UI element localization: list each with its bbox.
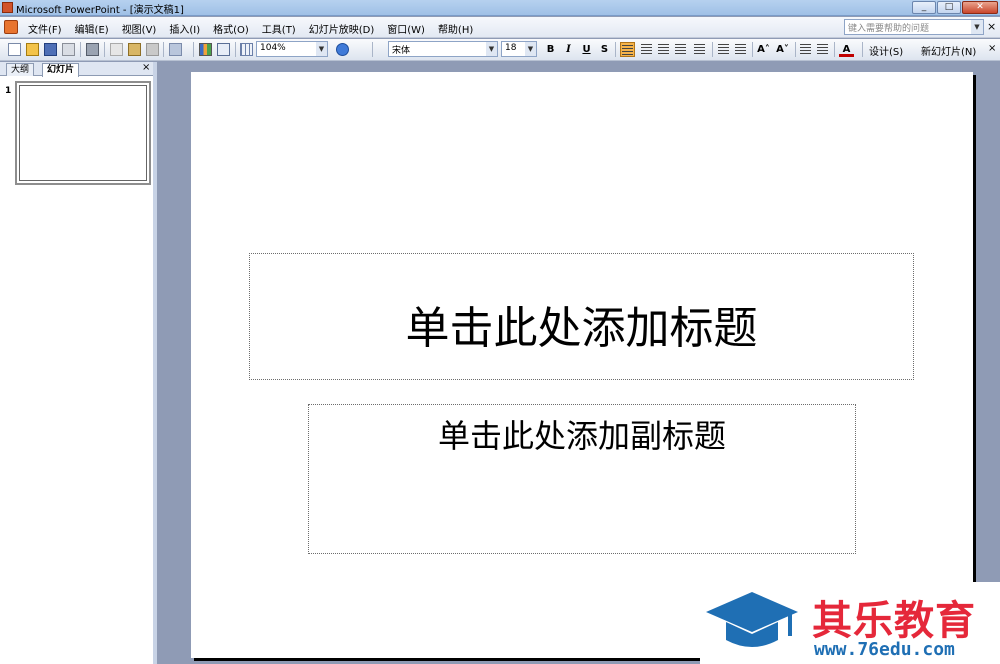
distribute-icon[interactable] [694, 44, 705, 54]
title-placeholder-text: 单击此处添加标题 [405, 303, 758, 354]
slide-editing-area: 单击此处添加标题 单击此处添加副标题 [161, 62, 1000, 664]
increase-font-button[interactable]: A˄ [756, 42, 771, 57]
chart-icon[interactable] [199, 43, 212, 56]
menu-insert[interactable]: 插入(I) [169, 21, 200, 36]
tab-outline[interactable]: 大纲 [6, 63, 35, 76]
numbering-icon[interactable] [718, 44, 729, 54]
graduation-cap-icon [706, 592, 798, 647]
save-icon[interactable] [44, 43, 57, 56]
slide-number: 1 [5, 86, 12, 96]
table-icon[interactable] [217, 43, 230, 56]
toolbar-separator [235, 42, 236, 57]
menu-bar: 文件(F) 编辑(E) 视图(V) 插入(I) 格式(O) 工具(T) 幻灯片放… [0, 17, 1000, 38]
toolbar-separator [712, 42, 713, 57]
powerpoint-app-icon[interactable] [2, 2, 13, 13]
watermark-name: 其乐教育 [812, 598, 976, 644]
font-name-value: 宋体 [392, 46, 411, 56]
toolbar-separator [193, 42, 194, 57]
menu-slideshow[interactable]: 幻灯片放映(D) [309, 21, 375, 36]
title-placeholder[interactable]: 单击此处添加标题 [249, 253, 914, 380]
zoom-combo[interactable]: 104% ▼ [256, 41, 328, 57]
close-window-button[interactable]: ✕ [962, 1, 998, 14]
font-size-value: 18 [505, 43, 517, 53]
design-button[interactable]: 设计(S) [869, 43, 903, 58]
help-search-input[interactable]: 键入需要帮助的问题 ▼ [844, 19, 984, 35]
permission-icon[interactable] [62, 43, 75, 56]
menu-edit[interactable]: 编辑(E) [75, 21, 109, 36]
align-left-button[interactable] [620, 42, 635, 57]
cut-icon[interactable] [110, 43, 123, 56]
open-folder-icon[interactable] [26, 43, 39, 56]
chevron-down-icon[interactable]: ▼ [486, 42, 497, 56]
toolbar-separator [372, 42, 373, 57]
menu-tools[interactable]: 工具(T) [262, 21, 296, 36]
font-name-combo[interactable]: 宋体 ▼ [388, 41, 498, 57]
pane-tabs: 大纲 幻灯片 × [0, 62, 153, 77]
grid-icon[interactable] [240, 43, 253, 56]
toolbar-separator [752, 42, 753, 57]
title-bar: Microsoft PowerPoint - [演示文稿1] _ □ ✕ [0, 0, 1000, 16]
maximize-button[interactable]: □ [937, 1, 961, 14]
toolbar-separator [862, 42, 863, 57]
menu-help[interactable]: 帮助(H) [438, 21, 473, 36]
chevron-down-icon[interactable]: ▼ [971, 20, 983, 34]
toolbar-separator [104, 42, 105, 57]
menu-file[interactable]: 文件(F) [28, 21, 62, 36]
increase-indent-icon[interactable] [817, 44, 828, 54]
watermark-url: www.76edu.com [814, 639, 955, 660]
bold-button[interactable]: B [543, 42, 558, 57]
align-center-icon[interactable] [641, 44, 652, 54]
pane-close-button[interactable]: × [142, 62, 150, 73]
slide-thumbnail-preview [19, 85, 147, 181]
slide-canvas[interactable]: 单击此处添加标题 单击此处添加副标题 [191, 72, 973, 658]
watermark: 其乐教育 www.76edu.com [700, 582, 1000, 664]
print-icon[interactable] [86, 43, 99, 56]
justify-icon[interactable] [675, 44, 686, 54]
chevron-down-icon[interactable]: ▼ [525, 42, 536, 56]
align-right-icon[interactable] [658, 44, 669, 54]
bullets-icon[interactable] [735, 44, 746, 54]
underline-button[interactable]: U [579, 42, 594, 57]
toolbar: 104% ▼ 宋体 ▼ 18 ▼ B I U S A˄ A˅ A 设计(S) 新… [0, 39, 1000, 61]
font-size-combo[interactable]: 18 ▼ [501, 41, 537, 57]
chevron-down-icon[interactable]: ▼ [316, 42, 327, 56]
slides-pane: 大纲 幻灯片 × 1 [0, 62, 157, 664]
menu-items: 文件(F) 编辑(E) 视图(V) 插入(I) 格式(O) 工具(T) 幻灯片放… [28, 21, 486, 36]
toolbar-separator [80, 42, 81, 57]
document-icon[interactable] [4, 20, 18, 34]
help-search-placeholder: 键入需要帮助的问题 [848, 24, 930, 34]
align-left-icon [622, 45, 633, 55]
font-color-button[interactable]: A [839, 42, 854, 57]
new-slide-button[interactable]: 新幻灯片(N) [921, 43, 976, 58]
subtitle-placeholder[interactable]: 单击此处添加副标题 [308, 404, 856, 554]
toolbar-separator [163, 42, 164, 57]
window-title: Microsoft PowerPoint - [演示文稿1] [16, 5, 184, 16]
decrease-indent-icon[interactable] [800, 44, 811, 54]
minimize-button[interactable]: _ [912, 1, 936, 14]
menu-format[interactable]: 格式(O) [213, 21, 249, 36]
toolbar-separator [615, 42, 616, 57]
tab-slides[interactable]: 幻灯片 [42, 63, 80, 77]
help-icon[interactable] [336, 43, 349, 56]
toolbar-separator [834, 42, 835, 57]
shadow-button[interactable]: S [597, 42, 612, 57]
window-controls: _ □ ✕ [912, 1, 998, 14]
paste-icon[interactable] [128, 43, 141, 56]
undo-icon[interactable] [169, 43, 182, 56]
menu-view[interactable]: 视图(V) [122, 21, 157, 36]
slide-thumbnail[interactable] [15, 81, 151, 185]
toolbar-close-button[interactable]: × [988, 43, 996, 54]
decrease-font-button[interactable]: A˅ [775, 42, 790, 57]
new-document-icon[interactable] [8, 43, 21, 56]
format-painter-icon[interactable] [146, 43, 159, 56]
menu-window[interactable]: 窗口(W) [387, 21, 425, 36]
subtitle-placeholder-text: 单击此处添加副标题 [437, 417, 726, 455]
close-document-button[interactable]: × [987, 20, 996, 33]
zoom-value: 104% [260, 43, 286, 53]
toolbar-separator [795, 42, 796, 57]
italic-button[interactable]: I [561, 42, 576, 57]
